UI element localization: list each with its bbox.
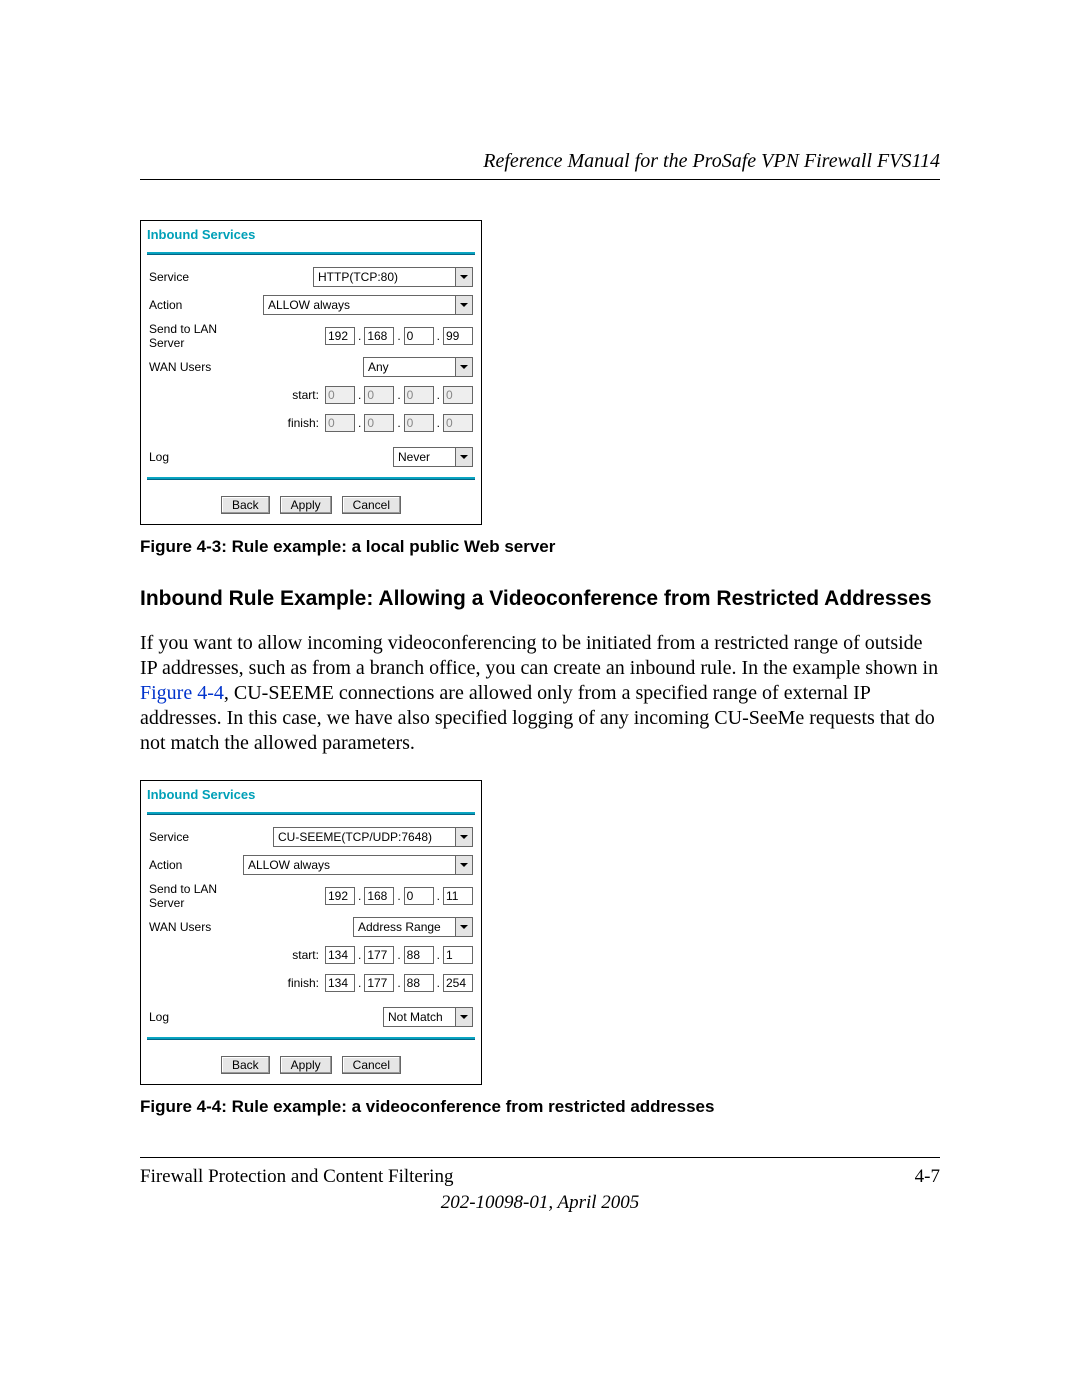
start-ip-2[interactable]: 177: [364, 946, 394, 964]
service-select[interactable]: HTTP(TCP:80): [313, 267, 473, 287]
chevron-down-icon: [455, 268, 472, 286]
running-header: Reference Manual for the ProSafe VPN Fir…: [140, 150, 940, 173]
log-value: Not Match: [388, 1010, 443, 1024]
service-label: Service: [149, 830, 249, 844]
lan-ip-1[interactable]: 192: [325, 327, 355, 345]
action-label: Action: [149, 298, 249, 312]
lan-ip-3[interactable]: 0: [404, 887, 434, 905]
action-label: Action: [149, 858, 235, 872]
button-row: Back Apply Cancel: [141, 488, 481, 524]
chevron-down-icon: [455, 1008, 472, 1026]
action-select[interactable]: ALLOW always: [263, 295, 473, 315]
service-value: HTTP(TCP:80): [318, 270, 398, 284]
back-button[interactable]: Back: [221, 1056, 270, 1074]
send-to-label: Send to LAN Server: [149, 882, 249, 910]
body-paragraph: If you want to allow incoming videoconfe…: [140, 631, 940, 756]
finish-ip-3: 0: [404, 414, 434, 432]
footer-right: 4-7: [915, 1166, 940, 1188]
log-label: Log: [149, 450, 249, 464]
wan-users-select[interactable]: Any: [363, 357, 473, 377]
finish-ip-4[interactable]: 254: [443, 974, 473, 992]
chevron-down-icon: [455, 918, 472, 936]
figure-4-4-panel: Inbound Services Service CU-SEEME(TCP/UD…: [140, 780, 482, 1085]
finish-label: finish:: [283, 976, 319, 990]
lan-ip-4[interactable]: 99: [443, 327, 473, 345]
lan-ip-3[interactable]: 0: [404, 327, 434, 345]
footer-rule: [140, 1157, 940, 1158]
log-select[interactable]: Not Match: [383, 1007, 473, 1027]
footer-left: Firewall Protection and Content Filterin…: [140, 1166, 453, 1188]
start-label: start:: [283, 388, 319, 402]
finish-ip-3[interactable]: 88: [404, 974, 434, 992]
lan-ip-2[interactable]: 168: [364, 327, 394, 345]
start-ip-3: 0: [404, 386, 434, 404]
start-ip-4: 0: [443, 386, 473, 404]
action-value: ALLOW always: [248, 858, 330, 872]
figure-4-3-caption: Figure 4-3: Rule example: a local public…: [140, 537, 940, 557]
start-ip-1[interactable]: 134: [325, 946, 355, 964]
service-value: CU-SEEME(TCP/UDP:7648): [278, 830, 432, 844]
finish-ip-1[interactable]: 134: [325, 974, 355, 992]
wan-users-value: Address Range: [358, 920, 441, 934]
wan-users-label: WAN Users: [149, 920, 249, 934]
chevron-down-icon: [455, 448, 472, 466]
start-label: start:: [283, 948, 319, 962]
lan-ip-4[interactable]: 11: [443, 887, 473, 905]
finish-ip-2: 0: [364, 414, 394, 432]
figure-4-4-link[interactable]: Figure 4-4: [140, 682, 224, 704]
chevron-down-icon: [455, 828, 472, 846]
chevron-down-icon: [455, 296, 472, 314]
footer-docnum: 202-10098-01, April 2005: [140, 1192, 940, 1214]
apply-button[interactable]: Apply: [280, 496, 332, 514]
back-button[interactable]: Back: [221, 496, 270, 514]
figure-4-4-caption: Figure 4-4: Rule example: a videoconfere…: [140, 1097, 940, 1117]
service-select[interactable]: CU-SEEME(TCP/UDP:7648): [273, 827, 473, 847]
section-heading: Inbound Rule Example: Allowing a Videoco…: [140, 587, 940, 611]
apply-button[interactable]: Apply: [280, 1056, 332, 1074]
service-label: Service: [149, 270, 249, 284]
panel-title: Inbound Services: [141, 781, 481, 812]
cancel-button[interactable]: Cancel: [342, 496, 401, 514]
figure-4-3-panel: Inbound Services Service HTTP(TCP:80) Ac…: [140, 220, 482, 525]
finish-ip-2[interactable]: 177: [364, 974, 394, 992]
start-ip-3[interactable]: 88: [404, 946, 434, 964]
chevron-down-icon: [455, 856, 472, 874]
start-ip-2: 0: [364, 386, 394, 404]
panel-separator: [147, 477, 475, 480]
finish-label: finish:: [283, 416, 319, 430]
panel-separator: [147, 1037, 475, 1040]
panel-separator: [147, 252, 475, 255]
wan-users-select[interactable]: Address Range: [353, 917, 473, 937]
finish-ip-4: 0: [443, 414, 473, 432]
cancel-button[interactable]: Cancel: [342, 1056, 401, 1074]
start-ip-1: 0: [325, 386, 355, 404]
chevron-down-icon: [455, 358, 472, 376]
log-select[interactable]: Never: [393, 447, 473, 467]
wan-users-value: Any: [368, 360, 389, 374]
finish-ip-1: 0: [325, 414, 355, 432]
lan-ip-1[interactable]: 192: [325, 887, 355, 905]
lan-ip-2[interactable]: 168: [364, 887, 394, 905]
header-rule: [140, 179, 940, 180]
action-value: ALLOW always: [268, 298, 350, 312]
start-ip-4[interactable]: 1: [443, 946, 473, 964]
action-select[interactable]: ALLOW always: [243, 855, 473, 875]
log-label: Log: [149, 1010, 249, 1024]
panel-title: Inbound Services: [141, 221, 481, 252]
button-row: Back Apply Cancel: [141, 1048, 481, 1084]
wan-users-label: WAN Users: [149, 360, 249, 374]
send-to-label: Send to LAN Server: [149, 322, 249, 350]
panel-separator: [147, 812, 475, 815]
log-value: Never: [398, 450, 430, 464]
